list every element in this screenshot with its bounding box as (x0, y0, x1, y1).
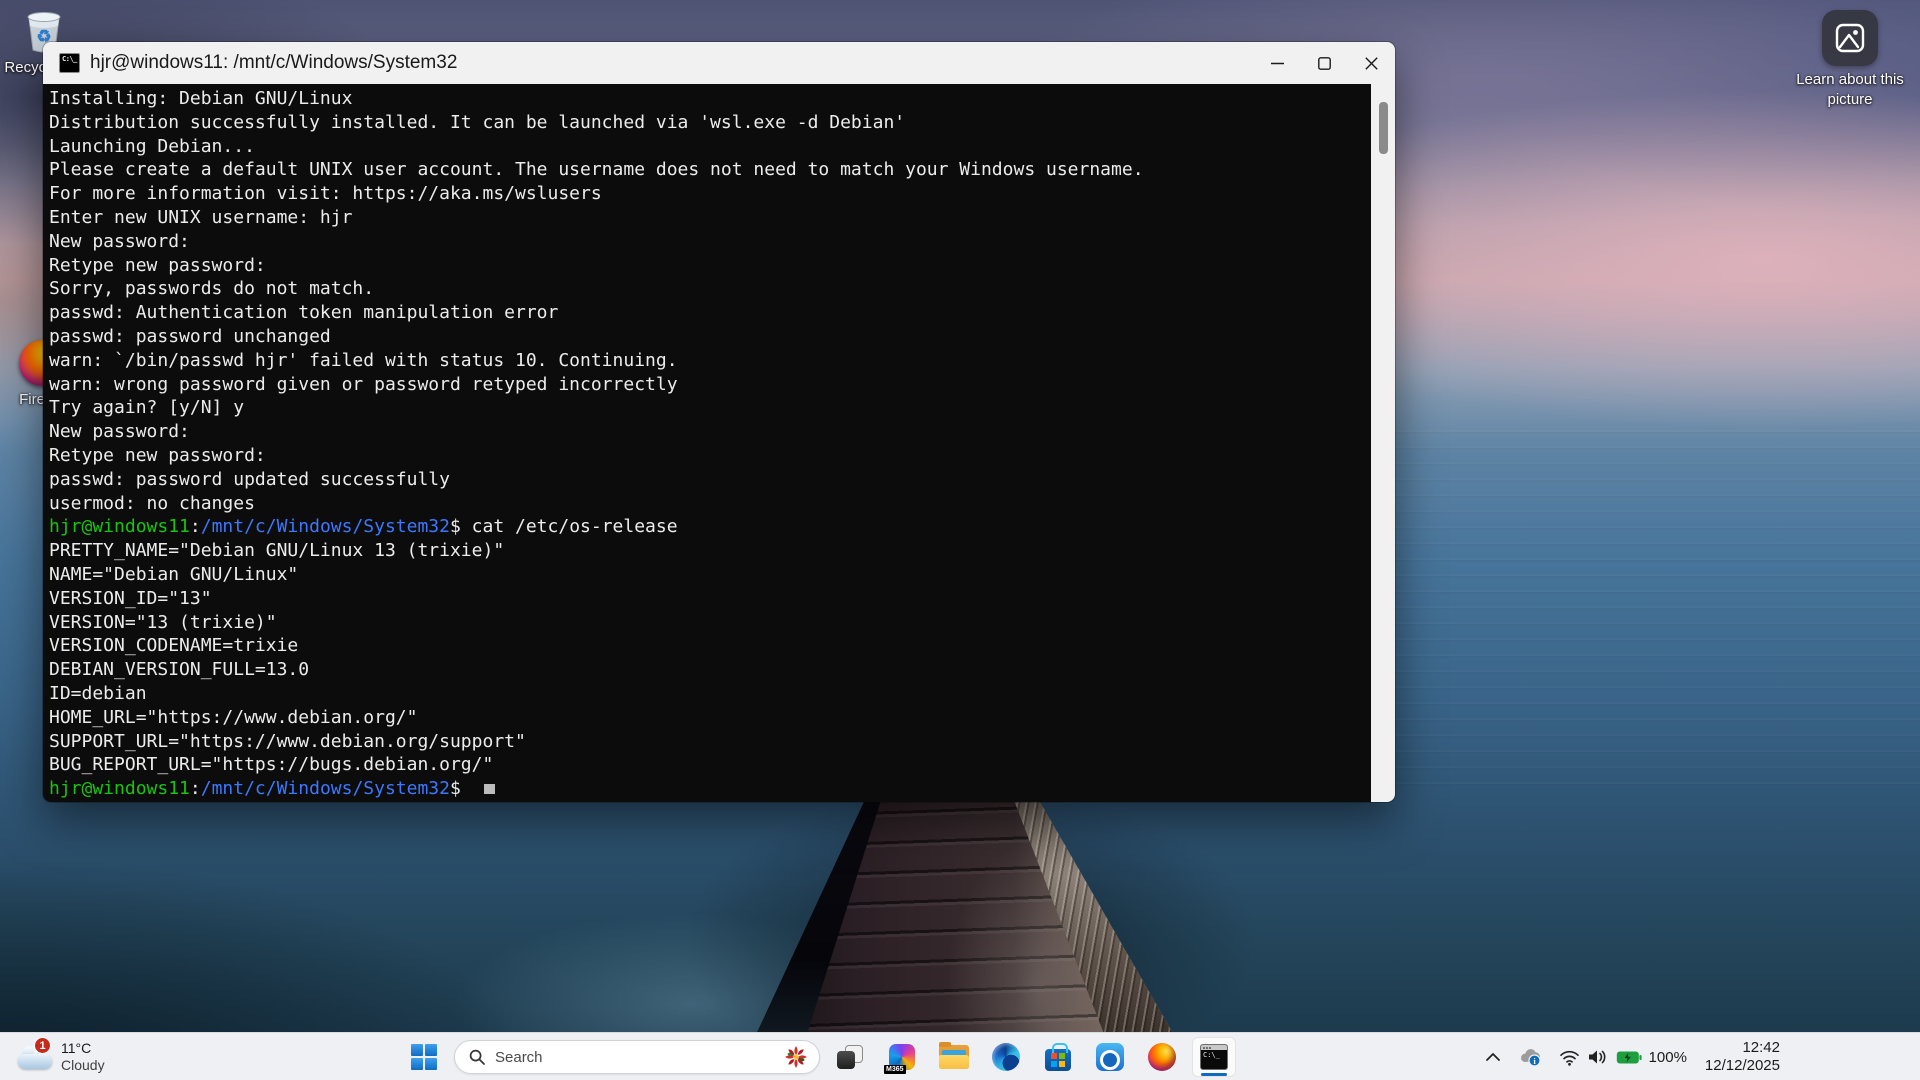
terminal-line: passwd: Authentication token manipulatio… (49, 301, 1369, 325)
maximize-icon (1318, 57, 1331, 70)
volume-icon (1587, 1048, 1609, 1066)
terminal-line: PRETTY_NAME="Debian GNU/Linux 13 (trixie… (49, 539, 1369, 563)
active-app-indicator (1201, 1073, 1227, 1076)
weather-condition: Cloudy (61, 1057, 105, 1074)
tray-overflow-button[interactable] (1480, 1039, 1506, 1075)
terminal-line: For more information visit: https://aka.… (49, 182, 1369, 206)
terminal-line: VERSION_ID="13" (49, 587, 1369, 611)
poinsettia-flower-icon (783, 1044, 809, 1070)
scrollbar-thumb[interactable] (1379, 102, 1388, 154)
terminal-output: Installing: Debian GNU/LinuxDistribution… (49, 87, 1369, 802)
desktop: ♻ Recycle Bin Firefox Learn about this p… (0, 0, 1920, 1080)
terminal-line: Try again? [y/N] y (49, 396, 1369, 420)
terminal-line: hjr@windows11:/mnt/c/Windows/System32$ c… (49, 515, 1369, 539)
task-view-button[interactable] (828, 1037, 872, 1077)
m365-badge: M365 (884, 1065, 906, 1074)
wsl-terminal-button[interactable]: C:\_ (1192, 1037, 1236, 1077)
terminal-line: DEBIAN_VERSION_FULL=13.0 (49, 658, 1369, 682)
terminal-line: Distribution successfully installed. It … (49, 111, 1369, 135)
battery-percentage: 100% (1649, 1049, 1687, 1066)
terminal-line: Sorry, passwords do not match. (49, 277, 1369, 301)
clock[interactable]: 12:42 12/12/2025 (1699, 1039, 1786, 1075)
chevron-up-icon (1485, 1052, 1501, 1062)
terminal-line: HOME_URL="https://www.debian.org/" (49, 706, 1369, 730)
terminal-scrollbar[interactable] (1371, 84, 1395, 802)
m365-copilot-icon: M365 (888, 1043, 916, 1071)
file-explorer-icon (939, 1045, 969, 1069)
taskbar-center-group: Search M365 (402, 1037, 1236, 1077)
terminal-line: Enter new UNIX username: hjr (49, 206, 1369, 230)
edge-icon (992, 1043, 1020, 1071)
water-texture (1380, 430, 1920, 790)
file-explorer-button[interactable] (932, 1037, 976, 1077)
close-icon (1365, 57, 1378, 70)
wifi-icon (1559, 1049, 1580, 1066)
m365-copilot-button[interactable]: M365 (880, 1037, 924, 1077)
terminal-line: warn: wrong password given or password r… (49, 373, 1369, 397)
picture-info-icon (1822, 10, 1878, 66)
terminal-content[interactable]: Installing: Debian GNU/LinuxDistribution… (43, 84, 1395, 802)
task-view-icon (836, 1043, 864, 1071)
onedrive-button[interactable]: i (1513, 1039, 1547, 1075)
terminal-line: passwd: password unchanged (49, 325, 1369, 349)
tray-time: 12:42 (1742, 1039, 1780, 1057)
terminal-line: hjr@windows11:/mnt/c/Windows/System32$ (49, 777, 1369, 801)
window-titlebar[interactable]: C:\_ hjr@windows11: /mnt/c/Windows/Syste… (43, 42, 1395, 84)
terminal-line: BUG_REPORT_URL="https://bugs.debian.org/… (49, 753, 1369, 777)
terminal-line: Launching Debian... (49, 135, 1369, 159)
learn-about-picture-widget[interactable]: Learn about this picture (1786, 10, 1914, 110)
learn-about-label: Learn about this picture (1790, 70, 1910, 110)
microsoft-store-icon (1045, 1049, 1071, 1071)
cloud-weather-icon: 1 (18, 1044, 52, 1070)
onedrive-cloud-icon: i (1518, 1047, 1542, 1067)
close-button[interactable] (1348, 42, 1395, 84)
battery-charging-icon (1616, 1050, 1642, 1065)
weather-temperature: 11°C (61, 1040, 105, 1057)
search-placeholder: Search (495, 1049, 783, 1066)
console-window-icon: C:\_ (59, 53, 80, 73)
outlook-icon (1096, 1043, 1124, 1071)
terminal-line: VERSION="13 (trixie)" (49, 611, 1369, 635)
terminal-line: New password: (49, 230, 1369, 254)
system-tray: i 100 (1480, 1037, 1786, 1077)
terminal-cursor (484, 784, 495, 794)
minimize-icon (1271, 57, 1284, 70)
terminal-line: Retype new password: (49, 254, 1369, 278)
start-button[interactable] (402, 1037, 446, 1077)
terminal-line: VERSION_CODENAME=trixie (49, 634, 1369, 658)
microsoft-store-button[interactable] (1036, 1037, 1080, 1077)
terminal-line: passwd: password updated successfully (49, 468, 1369, 492)
tray-date: 12/12/2025 (1705, 1057, 1780, 1075)
maximize-button[interactable] (1301, 42, 1348, 84)
search-input[interactable]: Search (454, 1040, 820, 1074)
wallpaper-pier (690, 788, 1250, 1032)
terminal-window: C:\_ hjr@windows11: /mnt/c/Windows/Syste… (43, 42, 1395, 802)
window-title: hjr@windows11: /mnt/c/Windows/System32 (90, 52, 457, 74)
terminal-line: usermod: no changes (49, 492, 1369, 516)
terminal-line: Retype new password: (49, 444, 1369, 468)
search-icon (469, 1049, 485, 1065)
terminal-line: Please create a default UNIX user accoun… (49, 158, 1369, 182)
terminal-line: ID=debian (49, 682, 1369, 706)
terminal-line: NAME="Debian GNU/Linux" (49, 563, 1369, 587)
taskbar: 1 11°C Cloudy Search (0, 1032, 1920, 1080)
terminal-line: warn: `/bin/passwd hjr' failed with stat… (49, 349, 1369, 373)
firefox-button[interactable] (1140, 1037, 1184, 1077)
outlook-button[interactable] (1088, 1037, 1132, 1077)
terminal-line: SUPPORT_URL="https://www.debian.org/supp… (49, 730, 1369, 754)
firefox-taskbar-icon (1148, 1043, 1176, 1071)
edge-button[interactable] (984, 1037, 1028, 1077)
network-volume-battery-button[interactable]: 100% (1554, 1039, 1692, 1075)
windows-logo-icon (411, 1044, 437, 1070)
terminal-icon: C:\_ (1200, 1044, 1228, 1070)
terminal-line: New password: (49, 420, 1369, 444)
notification-badge: 1 (34, 1037, 51, 1054)
weather-widget[interactable]: 1 11°C Cloudy (10, 1037, 113, 1077)
minimize-button[interactable] (1254, 42, 1301, 84)
terminal-line: Installing: Debian GNU/Linux (49, 87, 1369, 111)
